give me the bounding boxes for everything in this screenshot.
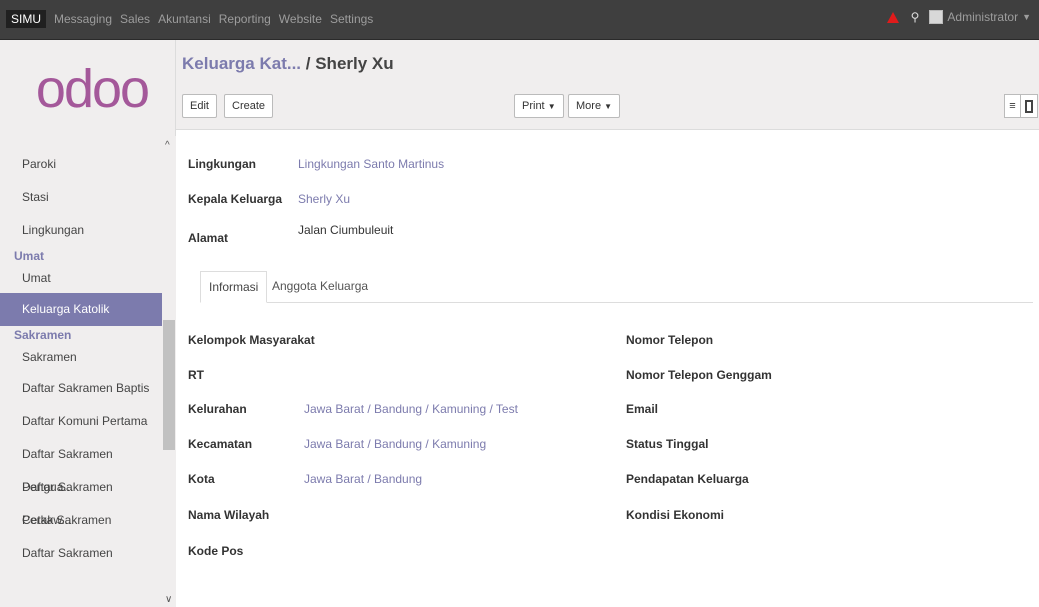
sidebar-item[interactable]: Daftar Sakramen Perkaw... [0, 471, 162, 527]
field-label: Kecamatan [188, 437, 253, 451]
more-label: More [576, 100, 602, 112]
print-button[interactable]: Print ▼ [514, 94, 564, 118]
menu-akuntansi[interactable]: Akuntansi [158, 10, 211, 28]
kecamatan-link[interactable]: Jawa Barat / Bandung / Kamuning [304, 437, 486, 451]
view-switcher: ≡ [1004, 94, 1038, 118]
notebook-tabs: Informasi Anggota Keluarga [200, 271, 1033, 303]
sidebar-item[interactable]: Daftar Komuni Pertama [0, 405, 162, 438]
menu-reporting[interactable]: Reporting [219, 10, 271, 28]
sidebar-item[interactable]: Stasi [0, 181, 162, 214]
kepala-keluarga-link[interactable]: Sherly Xu [298, 192, 350, 206]
sidebar: odoo Paroki Stasi Lingkungan Umat Umat Keluar… [0, 40, 176, 607]
field-label: Alamat [188, 231, 229, 245]
alamat-value: Jalan Ciumbuleuit [298, 223, 394, 237]
kota-link[interactable]: Jawa Barat / Bandung [304, 472, 422, 486]
tab-anggota-keluarga[interactable]: Anggota Keluarga [264, 271, 376, 303]
sidebar-item[interactable]: Daftar Sakramen [0, 537, 162, 570]
sidebar-item[interactable]: Sakramen [0, 346, 162, 372]
menu-settings[interactable]: Settings [330, 10, 373, 28]
menu-website[interactable]: Website [279, 10, 322, 28]
field-label: Pendapatan Keluarga [626, 472, 749, 486]
field-label: Kode Pos [188, 544, 244, 558]
list-view-icon[interactable]: ≡ [1004, 94, 1021, 118]
sidebar-section-header: Sakramen [14, 328, 72, 342]
field-label: Kondisi Ekonomi [626, 508, 725, 522]
kelurahan-link[interactable]: Jawa Barat / Bandung / Kamuning / Test [304, 402, 518, 416]
edit-button[interactable]: Edit [182, 94, 217, 118]
field-label: RT [188, 368, 204, 382]
avatar-icon[interactable] [929, 10, 944, 24]
form-view-icon[interactable] [1021, 94, 1038, 118]
sidebar-nav: Paroki Stasi Lingkungan Umat Umat Keluarga Ka… [0, 148, 162, 570]
sidebar-item[interactable]: Lingkungan [0, 214, 162, 247]
sidebar-item[interactable]: Keluarga Katolik [0, 293, 162, 326]
breadcrumb-separator: / [301, 54, 316, 73]
create-button[interactable]: Create [224, 94, 274, 118]
field-label: Nomor Telepon Genggam [626, 368, 772, 382]
field-label: Nomor Telepon [626, 333, 714, 347]
sidebar-item[interactable]: Daftar Sakramen Pengua... [0, 438, 162, 494]
field-label: Kelompok Masyarakat [188, 333, 315, 347]
tab-informasi[interactable]: Informasi [200, 271, 268, 303]
caret-down-icon: ▼ [547, 102, 556, 111]
breadcrumb-current: Sherly Xu [315, 54, 394, 73]
logo-text: odoo [35, 59, 150, 119]
sidebar-scrollbar[interactable]: ^ ∨ [162, 136, 176, 607]
control-panel: Keluarga Kat... / Sherly Xu Edit Create … [176, 40, 1039, 130]
odoo-logo[interactable]: odoo [32, 54, 152, 124]
alert-icon[interactable] [886, 11, 899, 23]
menu-sales[interactable]: Sales [120, 10, 150, 28]
sidebar-item[interactable]: Daftar Sakramen Baptis [0, 372, 162, 405]
caret-down-icon: ▼ [604, 102, 613, 111]
sidebar-section-header: Umat [14, 249, 45, 263]
top-menu: SIMU Messaging Sales Akuntansi Reporting… [6, 10, 381, 28]
lingkungan-link[interactable]: Lingkungan Santo Martinus [298, 157, 444, 171]
chat-icon[interactable]: ⚲ [911, 10, 920, 24]
field-label: Email [626, 402, 659, 416]
caret-down-icon[interactable]: ▼ [1022, 12, 1031, 22]
menu-simu[interactable]: SIMU [6, 10, 46, 28]
field-label: Lingkungan [188, 157, 256, 171]
print-label: Print [522, 100, 545, 112]
sidebar-item[interactable]: Cetak Sakramen [0, 504, 162, 537]
scroll-down-icon[interactable]: ∨ [165, 594, 172, 605]
field-label: Status Tinggal [626, 437, 709, 451]
field-label: Nama Wilayah [188, 508, 270, 522]
scroll-up-icon[interactable]: ^ [165, 140, 170, 151]
field-label: Kelurahan [188, 402, 247, 416]
field-label: Kota [188, 472, 215, 486]
scrollbar-thumb[interactable] [163, 320, 175, 450]
more-button[interactable]: More ▼ [568, 94, 621, 118]
sidebar-item[interactable]: Umat [0, 267, 162, 293]
top-right-area: ⚲ Administrator ▼ [886, 10, 1031, 24]
breadcrumb-parent[interactable]: Keluarga Kat... [182, 54, 301, 73]
sidebar-item[interactable]: Paroki [0, 148, 162, 181]
top-navbar: SIMU Messaging Sales Akuntansi Reporting… [0, 0, 1039, 40]
menu-messaging[interactable]: Messaging [54, 10, 112, 28]
breadcrumb: Keluarga Kat... / Sherly Xu [182, 54, 394, 74]
field-label: Kepala Keluarga [188, 192, 283, 206]
user-menu[interactable]: Administrator [947, 10, 1018, 24]
form-sheet: Lingkungan Lingkungan Santo Martinus Kep… [176, 131, 1039, 607]
